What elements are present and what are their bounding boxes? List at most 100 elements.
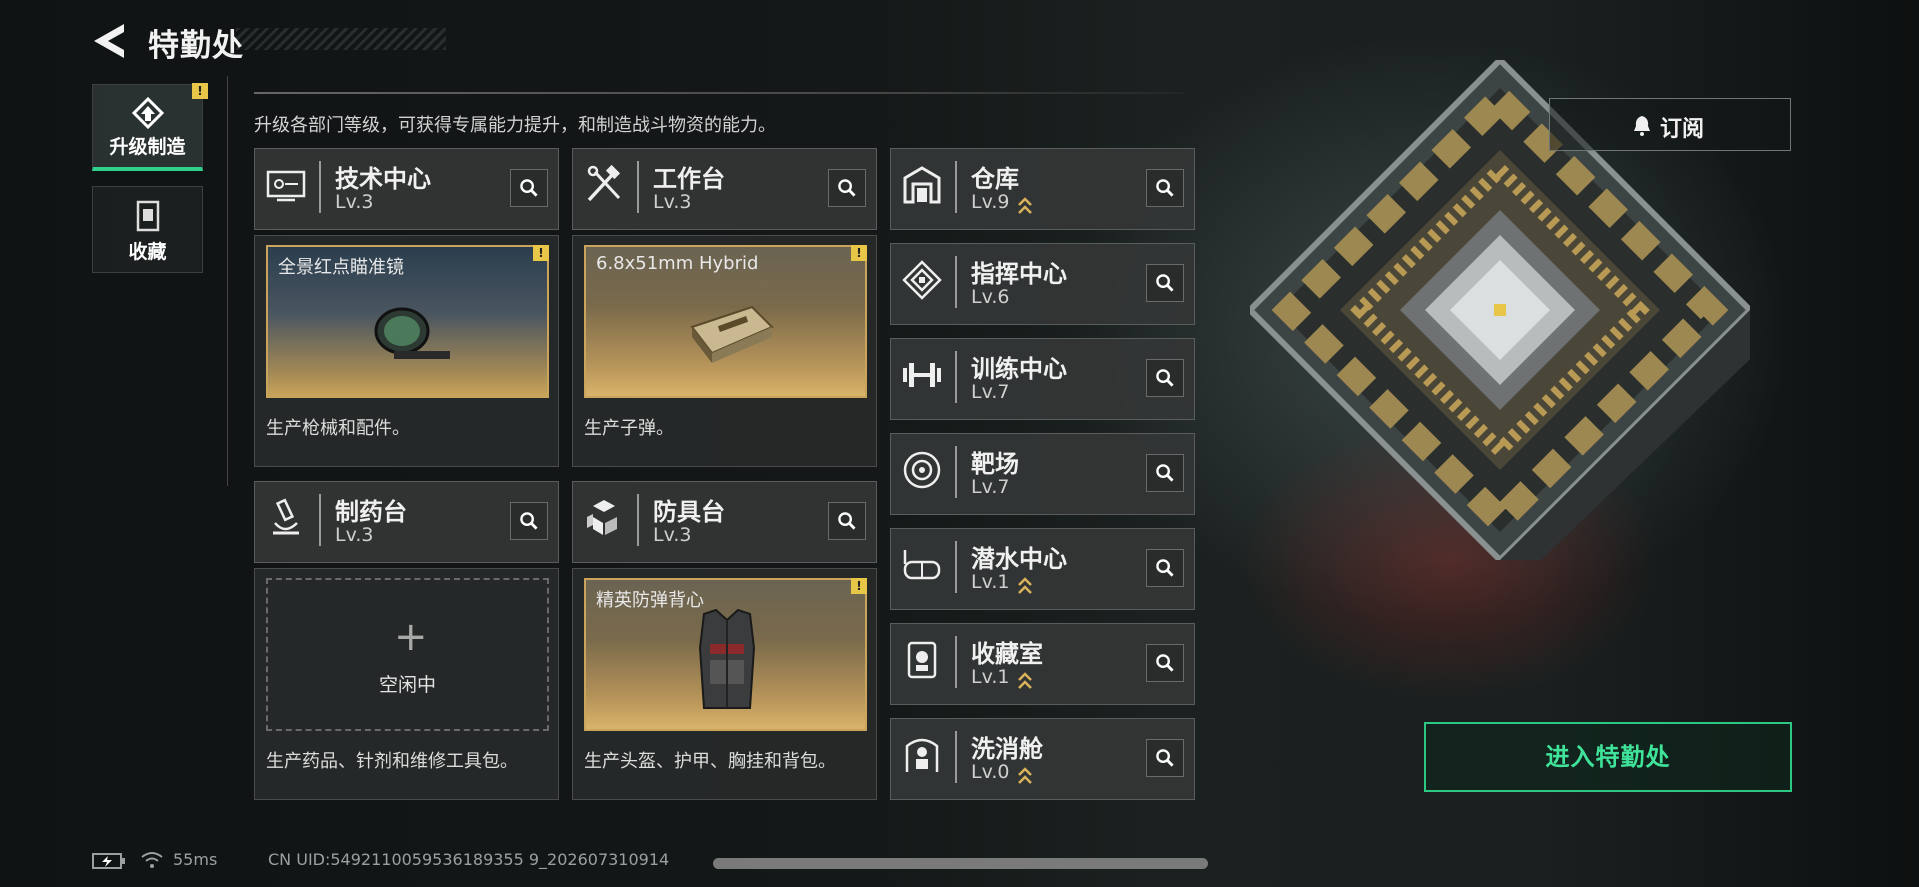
department-name: 工作台 [653, 165, 725, 193]
chip-icon [902, 260, 942, 300]
department-level: Lv.3 [335, 524, 374, 546]
body-armor-icon [698, 608, 756, 709]
collection-case-icon [136, 200, 160, 232]
divider [227, 76, 228, 486]
department-description: 生产子弹。 [584, 418, 674, 439]
search-icon[interactable] [828, 169, 866, 207]
department-name: 防具台 [653, 498, 725, 526]
department-level: Lv.1 [971, 571, 1010, 593]
department-level: Lv.3 [335, 191, 374, 213]
search-icon[interactable] [510, 502, 548, 540]
department-name: 指挥中心 [971, 260, 1067, 288]
upgrade-available-icon [1018, 672, 1032, 689]
department-level: Lv.6 [971, 286, 1010, 308]
production-panel-pharmacy[interactable]: + 空闲中 生产药品、针剂和维修工具包。 [254, 568, 559, 800]
product-name: 6.8x51mm Hybrid [596, 253, 759, 274]
department-diving-center[interactable]: 潜水中心 Lv.1 [890, 528, 1195, 610]
ping-readout: 55ms [173, 850, 218, 869]
warning-badge: ! [192, 83, 208, 99]
add-icon: + [394, 614, 428, 660]
idle-label: 空闲中 [378, 674, 436, 696]
search-icon[interactable] [1146, 359, 1184, 397]
department-name: 训练中心 [971, 355, 1067, 383]
department-name: 制药台 [335, 498, 407, 526]
department-description: 生产枪械和配件。 [266, 418, 410, 439]
divider [254, 92, 1184, 94]
department-warehouse[interactable]: 仓库 Lv.9 [890, 148, 1195, 230]
department-command-center[interactable]: 指挥中心 Lv.6 [890, 243, 1195, 325]
upgrade-available-icon [1018, 767, 1032, 784]
search-icon[interactable] [1146, 264, 1184, 302]
dumbbell-icon [903, 363, 941, 387]
display-case-icon [907, 641, 937, 679]
warning-badge: ! [851, 578, 867, 594]
idle-slot[interactable]: + 空闲中 [266, 578, 549, 731]
target-icon [903, 451, 941, 489]
monitor-icon [266, 170, 306, 202]
department-training-center[interactable]: 训练中心 Lv.7 [890, 338, 1195, 420]
warehouse-icon [903, 166, 941, 204]
department-level: Lv.1 [971, 666, 1010, 688]
nav-tab-upgrade[interactable]: 升级制造 ! [92, 83, 208, 171]
upgrade-available-icon [1018, 197, 1032, 214]
armor-icon [587, 500, 617, 535]
back-arrow-icon[interactable] [92, 22, 126, 60]
department-level: Lv.7 [971, 381, 1010, 403]
department-name: 仓库 [971, 165, 1019, 193]
department-name: 潜水中心 [971, 545, 1067, 573]
department-level: Lv.7 [971, 476, 1010, 498]
enter-label: 进入特勤处 [1545, 743, 1671, 771]
department-collection-room[interactable]: 收藏室 Lv.1 [890, 623, 1195, 705]
wifi-icon [141, 852, 163, 868]
nav-tab-collection[interactable]: 收藏 [92, 186, 203, 273]
product-slot[interactable]: 6.8x51mm Hybrid ! [584, 245, 867, 398]
title-decoration [236, 28, 446, 50]
department-description: 生产药品、针剂和维修工具包。 [266, 751, 518, 772]
page-title: 特勤处 [148, 28, 244, 64]
department-armor[interactable]: 防具台 Lv.3 [572, 481, 877, 563]
search-icon[interactable] [1146, 644, 1184, 682]
production-panel-workbench[interactable]: 6.8x51mm Hybrid ! 生产子弹。 [572, 235, 877, 467]
red-dot-sight-icon [374, 307, 450, 359]
department-level: Lv.3 [653, 524, 692, 546]
diving-mask-icon [903, 550, 941, 580]
enter-special-ops-button[interactable]: 进入特勤处 [1424, 722, 1792, 792]
nav-tab-label: 收藏 [128, 241, 167, 263]
search-icon[interactable] [1146, 169, 1184, 207]
battery-charging-icon [92, 853, 125, 869]
warning-badge: ! [851, 245, 867, 261]
department-shooting-range[interactable]: 靶场 Lv.7 [890, 433, 1195, 515]
upgrade-available-icon [1018, 577, 1032, 594]
department-workbench[interactable]: 工作台 Lv.3 [572, 148, 877, 230]
upgrade-icon [131, 97, 165, 130]
page-description: 升级各部门等级，可获得专属能力提升，和制造战斗物资的能力。 [254, 115, 776, 136]
ammo-box-icon [690, 305, 774, 363]
subscribe-button[interactable]: 订阅 [1549, 98, 1791, 151]
search-icon[interactable] [1146, 549, 1184, 587]
tools-icon [587, 164, 621, 202]
department-description: 生产头盔、护甲、胸挂和背包。 [584, 751, 836, 772]
department-pharmacy[interactable]: 制药台 Lv.3 [254, 481, 559, 563]
product-slot[interactable]: 全景红点瞄准镜 ! [266, 245, 549, 398]
product-name: 精英防弹背心 [596, 590, 704, 611]
home-indicator-bar [713, 858, 1208, 869]
department-tech-center[interactable]: 技术中心 Lv.3 [254, 148, 559, 230]
search-icon[interactable] [828, 502, 866, 540]
department-name: 收藏室 [971, 640, 1043, 668]
bell-icon [1634, 116, 1650, 136]
microscope-icon [273, 498, 299, 535]
department-decon-chamber[interactable]: 洗消舱 Lv.0 [890, 718, 1195, 800]
product-name: 全景红点瞄准镜 [278, 257, 404, 278]
nav-tab-label: 升级制造 [109, 136, 186, 158]
department-level: Lv.0 [971, 761, 1010, 783]
department-name: 洗消舱 [971, 735, 1043, 763]
production-panel-armor[interactable]: 精英防弹背心 ! 生产头盔、护甲、胸挂和背包。 [572, 568, 877, 800]
search-icon[interactable] [1146, 454, 1184, 492]
production-panel-tech-center[interactable]: 全景红点瞄准镜 ! 生产枪械和配件。 [254, 235, 559, 467]
user-uid: CN UID:5492110059536189355 9_20260731091… [268, 850, 670, 869]
product-slot[interactable]: 精英防弹背心 ! [584, 578, 867, 731]
warning-badge: ! [533, 245, 549, 261]
search-icon[interactable] [510, 169, 548, 207]
decon-chamber-icon [905, 738, 939, 772]
search-icon[interactable] [1146, 739, 1184, 777]
